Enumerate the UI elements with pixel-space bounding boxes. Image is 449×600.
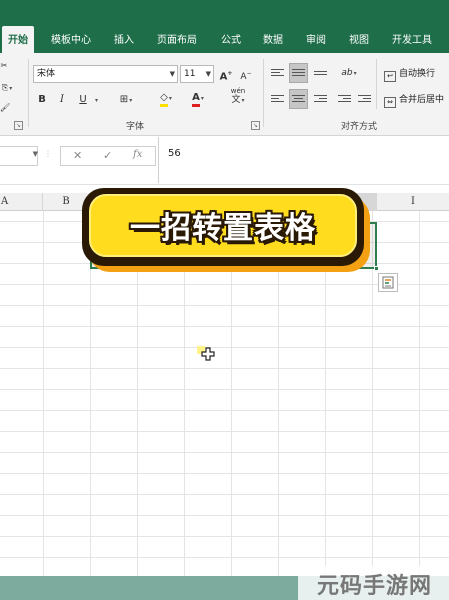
underline-dropdown-icon[interactable]: ▾ xyxy=(92,91,100,109)
ribbon: ✂ ⎘▾ 🖌 ↘ 宋体 ▼ 11 ▼ A+ A− B I U ▾ ⊞▾ ◇▾ A… xyxy=(0,53,449,136)
tab-review[interactable]: 审阅 xyxy=(306,26,326,53)
format-painter-icon[interactable]: 🖌 xyxy=(0,99,10,117)
formula-bar: ▼ ⋮ ✕ ✓ fx 56 xyxy=(0,137,449,185)
align-bottom-icon xyxy=(314,71,327,82)
formula-input[interactable]: 56 xyxy=(158,137,449,183)
align-right-icon xyxy=(314,95,327,106)
enter-icon[interactable]: ✓ xyxy=(103,149,112,162)
align-top-button[interactable] xyxy=(268,65,286,83)
italic-button[interactable]: I xyxy=(56,91,68,109)
shrink-font-button[interactable]: A− xyxy=(238,65,254,83)
font-group-label: 字体 xyxy=(126,122,145,132)
quick-analysis-icon xyxy=(382,276,394,289)
orientation-icon: ab xyxy=(341,68,353,78)
bold-button[interactable]: B xyxy=(36,91,48,109)
column-header-i[interactable]: I xyxy=(377,193,449,211)
increase-indent-icon xyxy=(358,95,371,106)
fill-color-button[interactable]: ◇▾ xyxy=(152,89,180,107)
cut-icon[interactable]: ✂ xyxy=(0,57,8,75)
formula-buttons: ✕ ✓ fx xyxy=(60,146,156,166)
align-middle-button[interactable] xyxy=(289,63,308,83)
cancel-icon[interactable]: ✕ xyxy=(73,149,82,162)
phonetic-icon: wén xyxy=(230,87,246,95)
ribbon-divider xyxy=(28,59,29,127)
tab-insert[interactable]: 插入 xyxy=(114,26,134,53)
align-middle-icon xyxy=(292,69,305,80)
tab-data[interactable]: 数据 xyxy=(263,26,283,53)
tab-page-layout[interactable]: 页面布局 xyxy=(157,26,197,53)
align-left-button[interactable] xyxy=(268,91,286,109)
font-size-select[interactable]: 11 ▼ xyxy=(180,65,214,83)
tab-template-center[interactable]: 模板中心 xyxy=(51,26,91,53)
align-right-button[interactable] xyxy=(311,91,329,109)
quick-analysis-button[interactable] xyxy=(378,273,398,292)
font-name-select[interactable]: 宋体 ▼ xyxy=(33,65,178,83)
decrease-indent-button[interactable] xyxy=(335,91,353,109)
align-left-icon xyxy=(271,95,284,106)
font-size-value: 11 xyxy=(184,69,196,79)
wrap-text-icon: ↩ xyxy=(384,71,396,82)
title-bar xyxy=(0,0,449,26)
tab-developer[interactable]: 开发工具 xyxy=(392,26,432,53)
insert-function-icon[interactable]: fx xyxy=(133,149,142,160)
underline-button[interactable]: U xyxy=(76,91,90,109)
name-box[interactable]: ▼ xyxy=(0,146,38,166)
align-top-icon xyxy=(271,69,284,80)
chevron-down-icon: ▼ xyxy=(169,70,175,78)
ribbon-divider xyxy=(263,59,264,127)
font-name-value: 宋体 xyxy=(37,69,56,79)
banner-title: 一招转置表格 xyxy=(130,211,316,246)
align-center-button[interactable] xyxy=(289,89,308,109)
align-center-icon xyxy=(292,95,305,106)
ribbon-tab-bar: 开始 模板中心 插入 页面布局 公式 数据 审阅 视图 开发工具 xyxy=(0,26,449,53)
tab-view[interactable]: 视图 xyxy=(349,26,369,53)
watermark-text: 元码手游网 xyxy=(317,574,433,599)
phonetic-guide-button[interactable]: wén 文▾ xyxy=(224,87,252,105)
fill-handle[interactable] xyxy=(374,266,379,271)
copy-icon[interactable]: ⎘▾ xyxy=(0,79,14,97)
clipboard-launcher-icon[interactable]: ↘ xyxy=(14,121,23,130)
merge-center-label: 合并后居中 xyxy=(399,95,445,105)
chevron-down-icon: ▼ xyxy=(205,70,211,78)
title-banner: 一招转置表格 xyxy=(82,188,370,272)
chevron-down-icon: ▼ xyxy=(32,150,38,158)
cell-cursor-icon xyxy=(196,345,218,363)
grow-font-button[interactable]: A+ xyxy=(218,65,234,83)
fill-bucket-icon: ◇ xyxy=(160,92,168,107)
wrap-text-label: 自动换行 xyxy=(399,69,436,79)
drag-handle-icon[interactable]: ⋮ xyxy=(44,149,52,163)
tab-home[interactable]: 开始 xyxy=(2,26,34,53)
orientation-button[interactable]: ab▾ xyxy=(337,64,361,82)
decrease-indent-icon xyxy=(338,95,351,106)
merge-center-button[interactable]: ⇔ 合并后居中 xyxy=(384,93,444,108)
borders-button[interactable]: ⊞▾ xyxy=(113,91,139,109)
align-bottom-button[interactable] xyxy=(311,65,329,83)
merge-cells-icon: ⇔ xyxy=(384,97,396,108)
font-color-icon: A xyxy=(192,92,200,107)
ribbon-divider xyxy=(376,59,377,109)
borders-icon: ⊞ xyxy=(119,94,129,105)
wrap-text-button[interactable]: ↩ 自动换行 xyxy=(384,67,435,82)
tab-formulas[interactable]: 公式 xyxy=(221,26,241,53)
alignment-group-label: 对齐方式 xyxy=(341,122,378,132)
column-header-a[interactable]: A xyxy=(0,193,43,211)
font-launcher-icon[interactable]: ↘ xyxy=(251,121,260,130)
increase-indent-button[interactable] xyxy=(355,91,373,109)
font-color-button[interactable]: A▾ xyxy=(184,89,212,107)
